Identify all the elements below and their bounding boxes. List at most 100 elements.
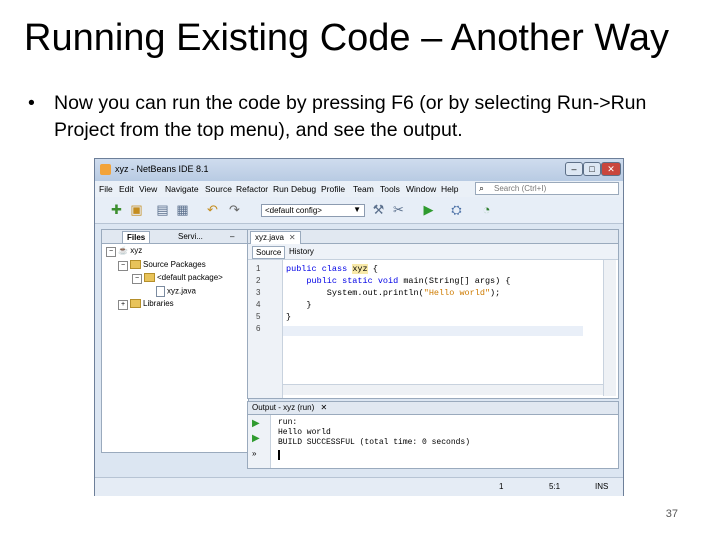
tab-xyz-java[interactable]: xyz.java ✕	[250, 231, 301, 244]
close-button[interactable]: ✕	[601, 162, 621, 176]
config-select[interactable]: <default config> ▼	[261, 204, 365, 217]
tree-node-default-package[interactable]: − <default package>	[132, 273, 223, 284]
profile-project-icon[interactable]: ◔	[479, 202, 494, 217]
run-project-icon[interactable]: ▶	[421, 202, 436, 217]
minimize-button[interactable]: –	[565, 162, 583, 176]
new-project-icon[interactable]: ▣	[129, 202, 144, 217]
projects-panel-tabs: Files Servi... –	[102, 230, 248, 244]
tree-node-project[interactable]: − ☕ xyz	[106, 246, 142, 257]
bullet-text: Now you can run the code by pressing F6 …	[54, 92, 647, 141]
netbeans-window: xyz - NetBeans IDE 8.1 – □ ✕ File Edit V…	[94, 158, 624, 496]
current-line-highlight	[283, 326, 583, 336]
code-line: public class xyz {	[286, 264, 378, 274]
expand-icon[interactable]: +	[118, 300, 128, 310]
code-editor: xyz.java ✕ Source History 1 2 3 4 5 6 pub…	[247, 229, 619, 399]
editor-subtoolbar: Source History	[248, 244, 618, 260]
menu-refactor[interactable]: Refactor	[236, 184, 268, 194]
maximize-button[interactable]: □	[583, 162, 601, 176]
config-value: <default config>	[265, 206, 322, 215]
window-title: xyz - NetBeans IDE 8.1	[115, 164, 209, 174]
menu-run[interactable]: Run	[273, 184, 289, 194]
editor-tabs: xyz.java ✕	[248, 230, 618, 244]
tree-node-libraries[interactable]: + Libraries	[118, 299, 174, 310]
menu-help[interactable]: Help	[441, 184, 458, 194]
save-all-icon[interactable]: ▦	[175, 202, 190, 217]
folder-icon	[130, 260, 141, 270]
menu-profile[interactable]: Profile	[321, 184, 345, 194]
line-number: 5	[256, 312, 261, 321]
page-number: 37	[665, 508, 678, 520]
tab-files[interactable]: Files	[122, 231, 151, 243]
menu-source[interactable]: Source	[205, 184, 232, 194]
rerun-icon[interactable]: ▶	[252, 418, 260, 429]
code-line: public static void main(String[] args) {	[286, 276, 511, 286]
horizontal-scrollbar[interactable]	[283, 384, 603, 395]
tree-label-source-packages: Source Packages	[143, 260, 206, 269]
coffee-cup-icon: ☕	[118, 246, 128, 255]
line-number: 1	[256, 264, 261, 273]
menu-tools[interactable]: Tools	[380, 184, 400, 194]
tab-label: xyz.java	[255, 233, 284, 242]
tree-label-project: xyz	[130, 246, 143, 255]
close-icon[interactable]: ✕	[289, 233, 296, 242]
open-project-icon[interactable]: ▤	[155, 202, 170, 217]
clean-build-icon[interactable]: ✂	[391, 202, 406, 217]
cursor-position: 5:1	[549, 482, 561, 491]
search-input[interactable]: ⌕ Search (Ctrl+I)	[475, 182, 619, 195]
tab-services[interactable]: Servi...	[178, 231, 203, 242]
search-icon: ⌕	[479, 183, 485, 193]
debug-project-icon[interactable]: ⛭	[449, 202, 464, 217]
output-tab[interactable]: Output - xyz (run) ✕	[248, 402, 618, 415]
notifications-badge[interactable]: 1	[499, 482, 503, 491]
rerun-with-params-icon[interactable]: ▶	[252, 433, 260, 444]
bullet-dot: •	[28, 92, 35, 114]
libraries-icon	[130, 299, 141, 309]
slide-title: Running Existing Code – Another Way	[24, 17, 669, 59]
collapse-icon[interactable]: −	[132, 274, 142, 284]
menu-window[interactable]: Window	[406, 184, 436, 194]
vertical-scrollbar[interactable]	[603, 260, 616, 396]
java-file-icon	[156, 286, 165, 297]
package-icon	[144, 273, 155, 283]
code-line: }	[286, 300, 312, 310]
toolbar: ✚ ▣ ▤ ▦ ↶ ↷ <default config> ▼ ⚒ ✂ ▶ ⛭ ◔	[95, 197, 623, 224]
tab-source[interactable]: Source	[252, 246, 286, 259]
status-bar: 1 5:1 INS	[95, 477, 623, 496]
code-line: System.out.println("Hello world");	[286, 288, 501, 298]
line-number-gutter: 1 2 3 4 5 6	[248, 260, 283, 398]
menu-navigate[interactable]: Navigate	[165, 184, 199, 194]
menu-file[interactable]: File	[99, 184, 113, 194]
tab-history[interactable]: History	[286, 246, 317, 257]
collapse-icon[interactable]: −	[118, 261, 128, 271]
collapse-icon[interactable]: −	[106, 247, 116, 257]
close-icon[interactable]: ✕	[320, 403, 327, 412]
output-gutter: ▶ ▶ »	[248, 415, 271, 468]
insert-mode: INS	[595, 482, 609, 491]
menu-edit[interactable]: Edit	[119, 184, 134, 194]
line-number: 2	[256, 276, 261, 285]
output-line: Hello world	[278, 428, 331, 437]
netbeans-app-icon	[100, 164, 111, 175]
build-icon[interactable]: ⚒	[371, 202, 386, 217]
undo-icon[interactable]: ↶	[205, 202, 220, 217]
menu-team[interactable]: Team	[353, 184, 374, 194]
menu-view[interactable]: View	[139, 184, 157, 194]
tree-node-file[interactable]: xyz.java	[156, 286, 196, 297]
menu-debug[interactable]: Debug	[291, 184, 316, 194]
search-placeholder: Search (Ctrl+I)	[494, 184, 547, 193]
more-icon[interactable]: »	[252, 449, 256, 458]
output-title: Output - xyz (run)	[252, 403, 315, 412]
redo-icon[interactable]: ↷	[227, 202, 242, 217]
line-number: 3	[256, 288, 261, 297]
panel-minimize-button[interactable]: –	[230, 231, 234, 242]
new-file-icon[interactable]: ✚	[109, 202, 124, 217]
line-number: 4	[256, 300, 261, 309]
tree-label-default-package: <default package>	[157, 273, 223, 282]
tree-node-source-packages[interactable]: − Source Packages	[118, 260, 206, 271]
code-line: }	[286, 312, 292, 322]
output-line: run:	[278, 418, 298, 427]
output-panel: Output - xyz (run) ✕ ▶ ▶ » run: Hello wo…	[247, 401, 619, 469]
menu-bar: File Edit View Navigate Source Refactor …	[95, 181, 623, 197]
title-bar: xyz - NetBeans IDE 8.1 – □ ✕	[95, 159, 623, 181]
tree-label-file: xyz.java	[167, 286, 196, 296]
